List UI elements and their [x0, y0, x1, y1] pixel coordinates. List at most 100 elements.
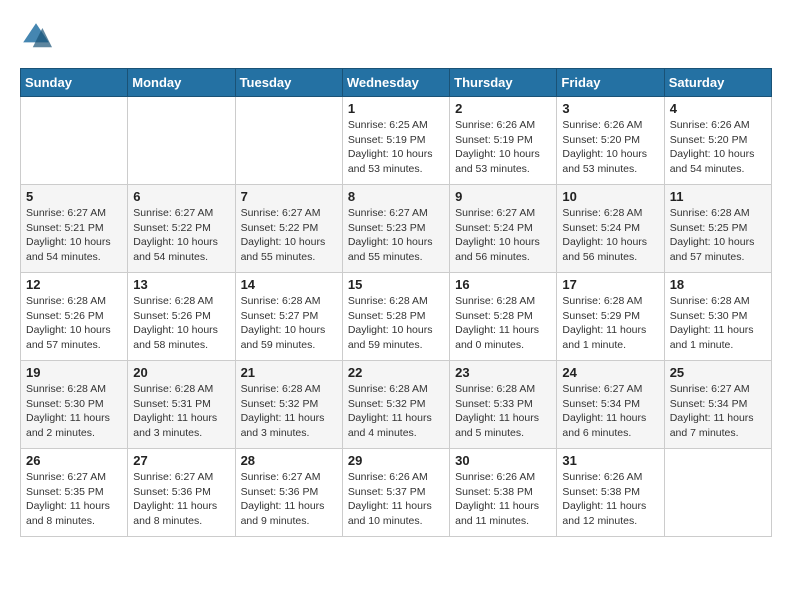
day-number: 25: [670, 365, 766, 380]
day-number: 30: [455, 453, 551, 468]
day-info: Sunrise: 6:27 AM Sunset: 5:34 PM Dayligh…: [562, 382, 658, 441]
day-number: 22: [348, 365, 444, 380]
calendar-cell: 24 Sunrise: 6:27 AM Sunset: 5:34 PM Dayli…: [557, 361, 664, 449]
day-info: Sunrise: 6:28 AM Sunset: 5:27 PM Dayligh…: [241, 294, 337, 353]
day-info: Sunrise: 6:27 AM Sunset: 5:35 PM Dayligh…: [26, 470, 122, 529]
day-number: 2: [455, 101, 551, 116]
day-number: 19: [26, 365, 122, 380]
weekday-header: Monday: [128, 69, 235, 97]
page-header: [20, 20, 772, 52]
day-number: 27: [133, 453, 229, 468]
calendar-cell: 26 Sunrise: 6:27 AM Sunset: 5:35 PM Dayli…: [21, 449, 128, 537]
calendar-cell: 22 Sunrise: 6:28 AM Sunset: 5:32 PM Dayli…: [342, 361, 449, 449]
day-number: 3: [562, 101, 658, 116]
calendar-cell: 30 Sunrise: 6:26 AM Sunset: 5:38 PM Dayli…: [450, 449, 557, 537]
day-number: 6: [133, 189, 229, 204]
calendar-week-row: 5 Sunrise: 6:27 AM Sunset: 5:21 PM Daylig…: [21, 185, 772, 273]
day-number: 31: [562, 453, 658, 468]
day-number: 15: [348, 277, 444, 292]
day-info: Sunrise: 6:27 AM Sunset: 5:36 PM Dayligh…: [133, 470, 229, 529]
day-info: Sunrise: 6:28 AM Sunset: 5:30 PM Dayligh…: [670, 294, 766, 353]
calendar-cell: [128, 97, 235, 185]
day-number: 12: [26, 277, 122, 292]
day-info: Sunrise: 6:28 AM Sunset: 5:28 PM Dayligh…: [348, 294, 444, 353]
day-info: Sunrise: 6:26 AM Sunset: 5:19 PM Dayligh…: [455, 118, 551, 177]
calendar-cell: 18Sunrise: 6:28 AM Sunset: 5:30 PM Dayli…: [664, 273, 771, 361]
calendar-week-row: 26 Sunrise: 6:27 AM Sunset: 5:35 PM Dayli…: [21, 449, 772, 537]
calendar-week-row: 1Sunrise: 6:25 AM Sunset: 5:19 PM Daylig…: [21, 97, 772, 185]
calendar-cell: 19 Sunrise: 6:28 AM Sunset: 5:30 PM Dayli…: [21, 361, 128, 449]
calendar-cell: 4 Sunrise: 6:26 AM Sunset: 5:20 PM Daylig…: [664, 97, 771, 185]
calendar-cell: 20 Sunrise: 6:28 AM Sunset: 5:31 PM Dayli…: [128, 361, 235, 449]
day-info: Sunrise: 6:28 AM Sunset: 5:24 PM Dayligh…: [562, 206, 658, 265]
day-number: 8: [348, 189, 444, 204]
calendar-cell: 16Sunrise: 6:28 AM Sunset: 5:28 PM Dayli…: [450, 273, 557, 361]
calendar-cell: 11 Sunrise: 6:28 AM Sunset: 5:25 PM Dayli…: [664, 185, 771, 273]
day-number: 4: [670, 101, 766, 116]
day-info: Sunrise: 6:28 AM Sunset: 5:32 PM Dayligh…: [348, 382, 444, 441]
calendar-week-row: 12 Sunrise: 6:28 AM Sunset: 5:26 PM Dayli…: [21, 273, 772, 361]
calendar-cell: [21, 97, 128, 185]
day-number: 26: [26, 453, 122, 468]
day-number: 17: [562, 277, 658, 292]
calendar-cell: 15 Sunrise: 6:28 AM Sunset: 5:28 PM Dayli…: [342, 273, 449, 361]
calendar-cell: 28Sunrise: 6:27 AM Sunset: 5:36 PM Dayli…: [235, 449, 342, 537]
day-info: Sunrise: 6:28 AM Sunset: 5:31 PM Dayligh…: [133, 382, 229, 441]
day-info: Sunrise: 6:27 AM Sunset: 5:22 PM Dayligh…: [133, 206, 229, 265]
day-info: Sunrise: 6:27 AM Sunset: 5:36 PM Dayligh…: [241, 470, 337, 529]
calendar-cell: [235, 97, 342, 185]
day-number: 13: [133, 277, 229, 292]
day-number: 5: [26, 189, 122, 204]
calendar-cell: 27 Sunrise: 6:27 AM Sunset: 5:36 PM Dayli…: [128, 449, 235, 537]
day-info: Sunrise: 6:28 AM Sunset: 5:32 PM Dayligh…: [241, 382, 337, 441]
calendar-cell: 8 Sunrise: 6:27 AM Sunset: 5:23 PM Daylig…: [342, 185, 449, 273]
calendar-cell: 13 Sunrise: 6:28 AM Sunset: 5:26 PM Dayli…: [128, 273, 235, 361]
calendar-cell: 2 Sunrise: 6:26 AM Sunset: 5:19 PM Daylig…: [450, 97, 557, 185]
calendar-cell: 31 Sunrise: 6:26 AM Sunset: 5:38 PM Dayli…: [557, 449, 664, 537]
day-info: Sunrise: 6:28 AM Sunset: 5:30 PM Dayligh…: [26, 382, 122, 441]
calendar-cell: 23Sunrise: 6:28 AM Sunset: 5:33 PM Dayli…: [450, 361, 557, 449]
day-info: Sunrise: 6:27 AM Sunset: 5:21 PM Dayligh…: [26, 206, 122, 265]
day-number: 20: [133, 365, 229, 380]
calendar-cell: 14 Sunrise: 6:28 AM Sunset: 5:27 PM Dayli…: [235, 273, 342, 361]
day-number: 10: [562, 189, 658, 204]
weekday-header: Wednesday: [342, 69, 449, 97]
day-number: 24: [562, 365, 658, 380]
weekday-header: Saturday: [664, 69, 771, 97]
weekday-header: Thursday: [450, 69, 557, 97]
calendar-cell: 10 Sunrise: 6:28 AM Sunset: 5:24 PM Dayli…: [557, 185, 664, 273]
weekday-header: Tuesday: [235, 69, 342, 97]
day-number: 14: [241, 277, 337, 292]
calendar-cell: 7 Sunrise: 6:27 AM Sunset: 5:22 PM Daylig…: [235, 185, 342, 273]
calendar-cell: 1Sunrise: 6:25 AM Sunset: 5:19 PM Daylig…: [342, 97, 449, 185]
calendar-header-row: SundayMondayTuesdayWednesdayThursdayFrid…: [21, 69, 772, 97]
day-info: Sunrise: 6:28 AM Sunset: 5:29 PM Dayligh…: [562, 294, 658, 353]
day-info: Sunrise: 6:28 AM Sunset: 5:25 PM Dayligh…: [670, 206, 766, 265]
calendar-cell: 6 Sunrise: 6:27 AM Sunset: 5:22 PM Daylig…: [128, 185, 235, 273]
calendar-cell: 17 Sunrise: 6:28 AM Sunset: 5:29 PM Dayli…: [557, 273, 664, 361]
day-info: Sunrise: 6:26 AM Sunset: 5:38 PM Dayligh…: [455, 470, 551, 529]
day-info: Sunrise: 6:27 AM Sunset: 5:22 PM Dayligh…: [241, 206, 337, 265]
calendar-cell: 29 Sunrise: 6:26 AM Sunset: 5:37 PM Dayli…: [342, 449, 449, 537]
calendar-cell: 5 Sunrise: 6:27 AM Sunset: 5:21 PM Daylig…: [21, 185, 128, 273]
calendar-cell: 12 Sunrise: 6:28 AM Sunset: 5:26 PM Dayli…: [21, 273, 128, 361]
weekday-header: Friday: [557, 69, 664, 97]
calendar-week-row: 19 Sunrise: 6:28 AM Sunset: 5:30 PM Dayli…: [21, 361, 772, 449]
day-info: Sunrise: 6:27 AM Sunset: 5:23 PM Dayligh…: [348, 206, 444, 265]
day-number: 11: [670, 189, 766, 204]
day-info: Sunrise: 6:28 AM Sunset: 5:26 PM Dayligh…: [26, 294, 122, 353]
day-info: Sunrise: 6:26 AM Sunset: 5:37 PM Dayligh…: [348, 470, 444, 529]
logo: [20, 20, 58, 52]
day-info: Sunrise: 6:26 AM Sunset: 5:20 PM Dayligh…: [670, 118, 766, 177]
day-number: 7: [241, 189, 337, 204]
day-info: Sunrise: 6:27 AM Sunset: 5:24 PM Dayligh…: [455, 206, 551, 265]
day-info: Sunrise: 6:28 AM Sunset: 5:28 PM Dayligh…: [455, 294, 551, 353]
day-info: Sunrise: 6:26 AM Sunset: 5:38 PM Dayligh…: [562, 470, 658, 529]
day-number: 1: [348, 101, 444, 116]
day-number: 29: [348, 453, 444, 468]
day-info: Sunrise: 6:27 AM Sunset: 5:34 PM Dayligh…: [670, 382, 766, 441]
calendar-cell: 21 Sunrise: 6:28 AM Sunset: 5:32 PM Dayli…: [235, 361, 342, 449]
day-number: 21: [241, 365, 337, 380]
weekday-header: Sunday: [21, 69, 128, 97]
day-info: Sunrise: 6:28 AM Sunset: 5:26 PM Dayligh…: [133, 294, 229, 353]
